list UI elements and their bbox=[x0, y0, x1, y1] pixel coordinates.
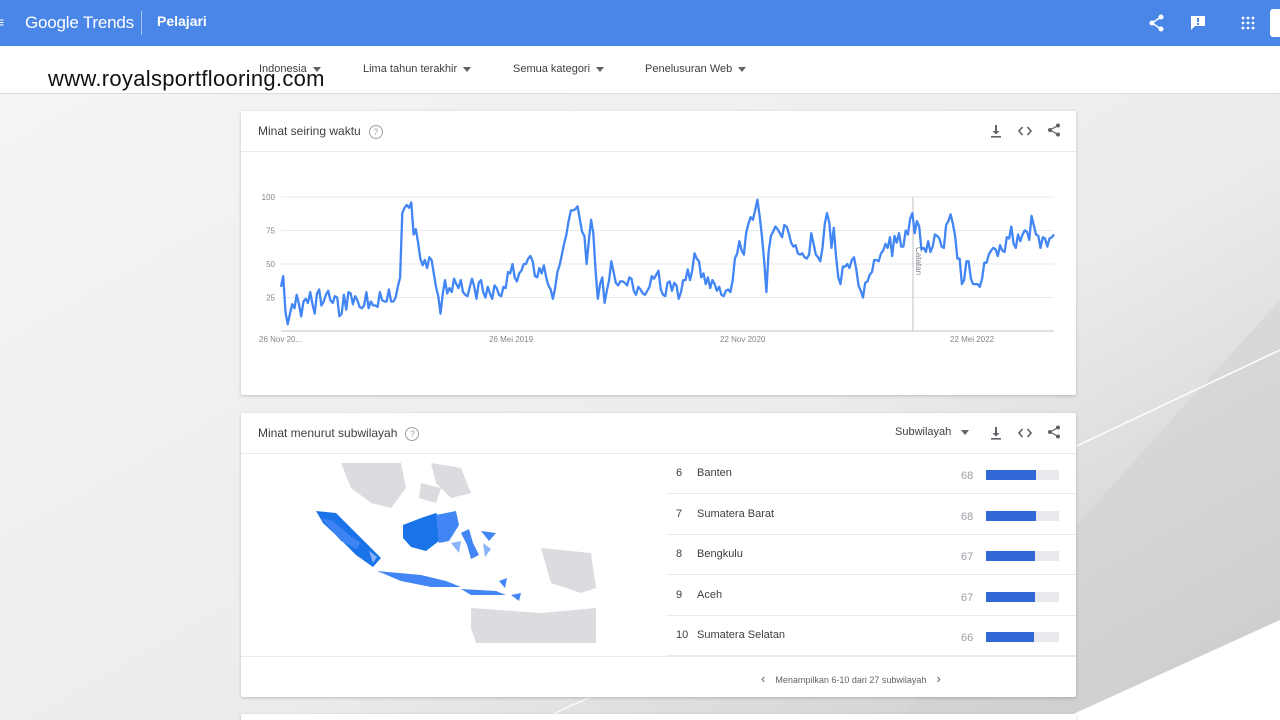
filter-search-type[interactable]: Penelusuran Web bbox=[645, 63, 747, 75]
card-header: Minat menurut subwilayah? bbox=[258, 426, 420, 441]
interest-by-subregion-card: Minat menurut subwilayah? Subwilayah 6 B… bbox=[241, 413, 1076, 697]
row-region-name: Aceh bbox=[697, 588, 723, 601]
list-divider bbox=[241, 656, 1076, 657]
share-icon[interactable] bbox=[1047, 425, 1061, 439]
x-tick-label: 22 Mei 2022 bbox=[950, 335, 995, 344]
subregion-row[interactable]: 9 Aceh 67 bbox=[666, 576, 1076, 616]
row-bar-track bbox=[986, 591, 1059, 602]
account-avatar[interactable] bbox=[1270, 9, 1280, 37]
subregion-dropdown[interactable]: Subwilayah bbox=[895, 426, 970, 438]
row-bar-fill bbox=[986, 510, 1036, 521]
embed-icon[interactable] bbox=[1018, 426, 1032, 440]
chevron-down-icon bbox=[463, 66, 472, 72]
y-tick-label: 50 bbox=[266, 260, 275, 269]
x-tick-label: 22 Nov 2020 bbox=[720, 335, 766, 344]
row-bar-fill bbox=[986, 470, 1036, 480]
row-rank: 8 bbox=[676, 548, 683, 561]
row-bar-fill bbox=[986, 551, 1035, 562]
pagination: ‹ Menampilkan 6-10 dari 27 subwilayah › bbox=[761, 671, 941, 686]
chevron-down-icon bbox=[596, 66, 605, 72]
indonesia-map[interactable] bbox=[311, 463, 611, 648]
apps-grid-icon[interactable] bbox=[1238, 13, 1258, 33]
row-value: 67 bbox=[961, 591, 974, 604]
menu-icon[interactable]: ≡ bbox=[0, 14, 4, 30]
row-bar-track bbox=[986, 510, 1059, 521]
help-icon[interactable]: ? bbox=[405, 426, 420, 441]
row-bar-track bbox=[986, 632, 1059, 643]
share-icon[interactable] bbox=[1147, 13, 1167, 33]
subregion-row[interactable]: 6 Banten 68 bbox=[666, 454, 1076, 494]
subregion-dropdown-label: Subwilayah bbox=[895, 426, 952, 438]
row-region-name: Banten bbox=[697, 467, 732, 479]
interest-over-time-chart[interactable]: 25 50 75 100 26 Nov 20... 26 Mei 2019 22 Nov 2… bbox=[241, 111, 1076, 395]
watermark-text: www.royalsportflooring.com bbox=[48, 66, 325, 91]
row-rank: 7 bbox=[676, 507, 683, 520]
filter-category-label: Semua kategori bbox=[513, 63, 591, 75]
y-tick-label: 75 bbox=[266, 227, 275, 236]
interest-over-time-card: Minat seiring waktu? 25 50 75 100 26 Nov 20.… bbox=[241, 111, 1076, 395]
filter-time-range[interactable]: Lima tahun terakhir bbox=[363, 63, 472, 75]
pagination-text: Menampilkan 6-10 dari 27 subwilayah bbox=[775, 675, 927, 685]
row-value: 68 bbox=[961, 470, 974, 482]
google-trends-logo[interactable]: Google Trends bbox=[25, 13, 134, 33]
next-card bbox=[241, 714, 1076, 720]
filter-category[interactable]: Semua kategori bbox=[513, 63, 605, 75]
chevron-down-icon bbox=[738, 66, 747, 72]
row-region-name: Bengkulu bbox=[697, 548, 743, 561]
series-line[interactable] bbox=[279, 198, 1055, 326]
download-icon[interactable] bbox=[989, 426, 1003, 440]
y-tick-label: 25 bbox=[266, 294, 275, 303]
row-rank: 10 bbox=[676, 629, 689, 642]
chevron-down-icon bbox=[961, 429, 970, 435]
y-tick-label: 100 bbox=[262, 193, 276, 202]
subregion-row[interactable]: 7 Sumatera Barat 68 bbox=[666, 495, 1076, 535]
row-region-name: Sumatera Selatan bbox=[697, 629, 786, 642]
header-divider bbox=[141, 11, 142, 35]
subregion-row[interactable]: 10 Sumatera Selatan 66 bbox=[666, 616, 1076, 657]
filter-search-type-label: Penelusuran Web bbox=[645, 63, 733, 75]
card-title: Minat menurut subwilayah bbox=[258, 426, 398, 440]
row-rank: 9 bbox=[676, 588, 683, 601]
x-tick-label: 26 Nov 20... bbox=[259, 335, 302, 344]
chevron-left-icon[interactable]: ‹ bbox=[761, 671, 765, 686]
feedback-icon[interactable] bbox=[1188, 13, 1208, 33]
row-rank: 6 bbox=[676, 467, 683, 479]
row-value: 67 bbox=[961, 551, 974, 564]
subregion-row[interactable]: 8 Bengkulu 67 bbox=[666, 535, 1076, 576]
row-value: 68 bbox=[961, 510, 974, 523]
filter-time-label: Lima tahun terakhir bbox=[363, 63, 458, 75]
chevron-right-icon[interactable]: › bbox=[936, 671, 940, 686]
row-region-name: Sumatera Barat bbox=[697, 507, 775, 520]
row-bar-track bbox=[986, 551, 1059, 562]
annotation-label[interactable]: Catatan bbox=[914, 247, 923, 275]
row-bar-track bbox=[986, 470, 1059, 480]
row-bar-fill bbox=[986, 632, 1035, 643]
page-section-title: Pelajari bbox=[157, 13, 207, 29]
top-app-bar: ≡ Google Trends Pelajari bbox=[0, 0, 1280, 46]
row-value: 66 bbox=[961, 632, 974, 645]
row-bar-fill bbox=[986, 591, 1035, 602]
x-tick-label: 26 Mei 2019 bbox=[489, 335, 534, 344]
